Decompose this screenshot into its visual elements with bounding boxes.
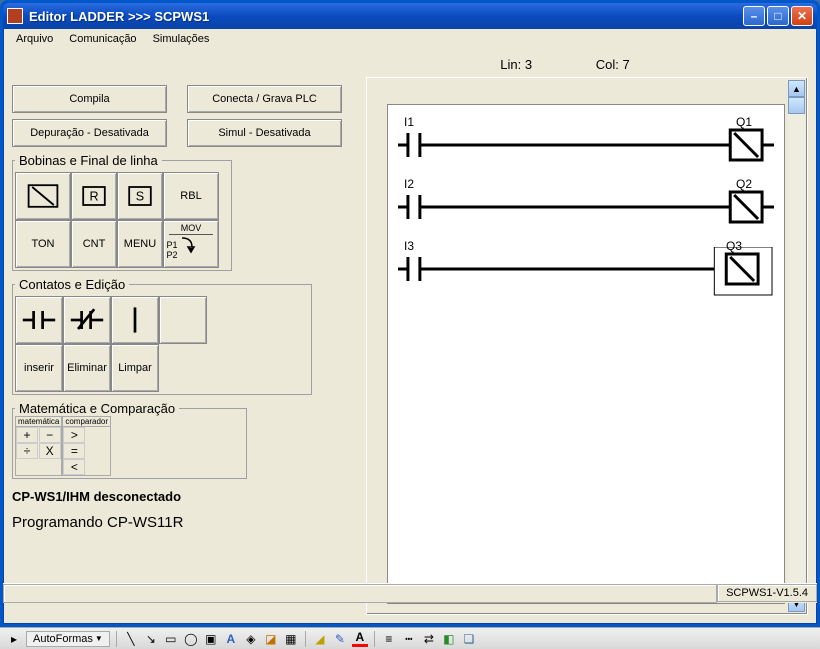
op-multiply: X [39,443,61,459]
mov-arrow-icon [180,235,216,265]
math-ops-label: matemática [16,417,61,427]
rung-3[interactable]: I3 Q3 [398,239,774,289]
cnt-button[interactable]: CNT [71,220,117,268]
svg-text:S: S [136,190,144,204]
office-drawing-toolbar: ▸ AutoFormas ▼ ╲ ↘ ▭ ◯ ▣ A ◈ ◪ ▦ ◢ ✎ A ≡… [0,627,820,649]
blank-cell-button[interactable] [159,296,207,344]
maximize-button[interactable]: □ [767,6,789,26]
menu-arquivo[interactable]: Arquivo [10,31,59,47]
wordart-tool-icon[interactable]: A [223,631,239,647]
client-area: Arquivo Comunicação Simulações Lin: 3 Co… [3,29,817,624]
diagram-tool-icon[interactable]: ◈ [243,631,259,647]
ton-button[interactable]: TON [15,220,71,268]
statusbar: SCPWS1-V1.5.4 [3,583,817,603]
cursor-status: Lin: 3 Col: 7 [354,51,776,76]
eliminate-button[interactable]: Eliminar [63,344,111,392]
vertical-scrollbar[interactable]: ▲ ▼ [788,80,805,612]
op-eq: = [63,443,85,459]
compile-button[interactable]: Compila [12,85,167,113]
line-tool-icon[interactable]: ╲ [123,631,139,647]
menu-simulacoes[interactable]: Simulações [147,31,216,47]
coil-reset-button[interactable]: R [71,172,117,220]
dash-style-icon[interactable]: ┅ [401,631,417,647]
contact-no-icon[interactable] [15,296,63,344]
vertical-link-icon[interactable] [111,296,159,344]
minimize-button[interactable]: – [743,6,765,26]
mov-p2: P2 [166,250,177,260]
col-label: Col: [596,57,619,72]
font-color-icon[interactable]: A [352,631,368,647]
simulate-toggle-button[interactable]: Simul - Desativada [187,119,342,147]
menu-button[interactable]: MENU [117,220,163,268]
op-gt: > [63,427,85,443]
scroll-track[interactable] [788,114,805,595]
op-lt: < [63,459,85,475]
app-icon [7,8,23,24]
textbox-tool-icon[interactable]: ▣ [203,631,219,647]
mov-label: MOV [169,223,212,235]
mov-button[interactable]: MOV P1 P2 [163,220,219,268]
oval-tool-icon[interactable]: ◯ [183,631,199,647]
palette-math-compare: Matemática e Comparação matemática + − ÷… [12,401,247,479]
compare-ops-label: comparador [63,417,110,427]
rung-1[interactable]: I1 Q1 [398,115,774,165]
debug-toggle-button[interactable]: Depuração - Desativada [12,119,167,147]
op-minus: − [39,427,61,443]
draw-menu-icon[interactable]: ▸ [6,631,22,647]
connect-plc-button[interactable]: Conecta / Grava PLC [187,85,342,113]
coil-output-icon[interactable] [15,172,71,220]
math-ops-group[interactable]: matemática + − ÷ X [15,416,62,476]
svg-text:R: R [89,190,98,204]
picture-tool-icon[interactable]: ▦ [283,631,299,647]
left-panel: Compila Conecta / Grava PLC Depuração - … [12,85,362,531]
lin-label: Lin: [500,57,521,72]
version-label: SCPWS1-V1.5.4 [717,584,817,602]
op-divide: ÷ [16,443,38,459]
rung-2[interactable]: I2 Q2 [398,177,774,227]
coil-set-button[interactable]: S [117,172,163,220]
window-title: Editor LADDER >>> SCPWS1 [29,9,743,24]
ladder-canvas-frame: I1 Q1 I2 Q2 [366,77,808,615]
mov-p1: P1 [166,240,177,250]
scroll-thumb[interactable] [788,97,805,114]
compare-ops-group[interactable]: comparador > = < [62,416,111,476]
scroll-up-button[interactable]: ▲ [788,80,805,97]
palette-contacts-edit: Contatos e Edição inserir Eliminar Limpa… [12,277,312,395]
fill-color-icon[interactable]: ◢ [312,631,328,647]
autoshapes-dropdown[interactable]: AutoFormas ▼ [26,631,110,647]
rbl-button[interactable]: RBL [163,172,219,220]
line-color-icon[interactable]: ✎ [332,631,348,647]
close-button[interactable]: ✕ [791,6,813,26]
programming-target-text: Programando CP-WS11R [12,514,362,531]
palette-coils-eol: Bobinas e Final de linha R S RBL TON CNT… [12,153,232,271]
palette-contacts-legend: Contatos e Edição [15,277,129,292]
palette-math-legend: Matemática e Comparação [15,401,179,416]
op-plus: + [16,427,38,443]
3d-style-icon[interactable]: ❏ [461,631,477,647]
rectangle-tool-icon[interactable]: ▭ [163,631,179,647]
shadow-style-icon[interactable]: ◧ [441,631,457,647]
arrow-tool-icon[interactable]: ↘ [143,631,159,647]
insert-button[interactable]: inserir [15,344,63,392]
col-value: 7 [622,57,629,72]
autoshapes-label: AutoFormas [33,633,93,645]
clipart-tool-icon[interactable]: ◪ [263,631,279,647]
lin-value: 3 [525,57,532,72]
menu-comunicacao[interactable]: Comunicação [63,31,142,47]
clear-button[interactable]: Limpar [111,344,159,392]
app-window: Editor LADDER >>> SCPWS1 – □ ✕ Arquivo C… [0,0,820,627]
contact-nc-icon[interactable] [63,296,111,344]
connection-status-text: CP-WS1/IHM desconectado [12,489,362,504]
window-controls: – □ ✕ [743,6,813,26]
palette-coils-legend: Bobinas e Final de linha [15,153,162,168]
menubar: Arquivo Comunicação Simulações [4,29,816,49]
ladder-canvas[interactable]: I1 Q1 I2 Q2 [387,104,785,604]
arrow-style-icon[interactable]: ⇄ [421,631,437,647]
titlebar: Editor LADDER >>> SCPWS1 – □ ✕ [3,3,817,29]
line-style-icon[interactable]: ≡ [381,631,397,647]
